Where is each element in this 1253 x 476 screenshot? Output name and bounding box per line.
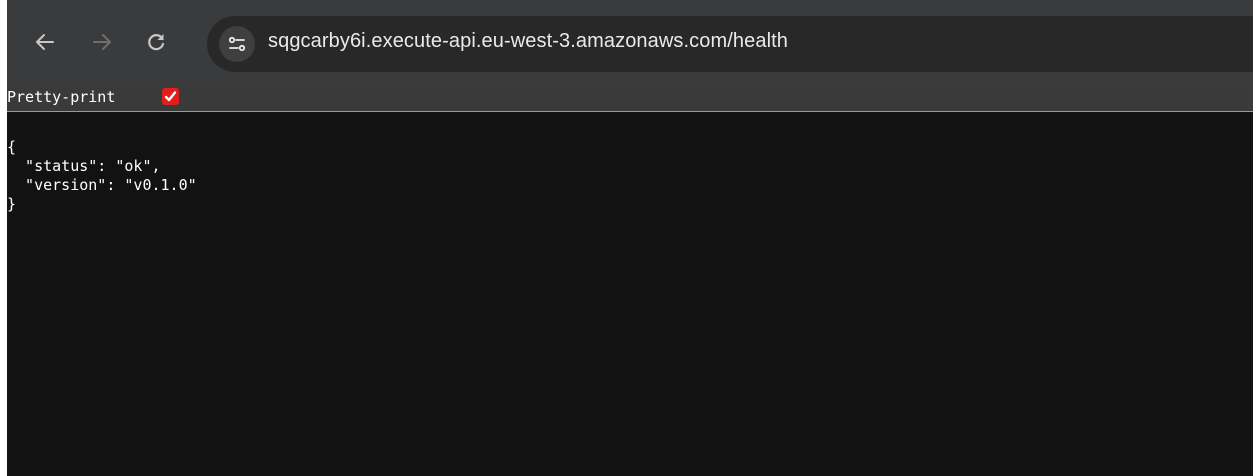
site-info-button[interactable]: [219, 26, 255, 62]
json-line: "version": "v0.1.0": [7, 176, 197, 194]
json-line: "status": "ok",: [7, 157, 161, 175]
json-content: { "status": "ok", "version": "v0.1.0"}: [7, 138, 197, 214]
arrow-right-icon: [93, 34, 111, 50]
forward-button[interactable]: [86, 26, 118, 58]
browser-window: sqgcarby6i.execute-api.eu-west-3.amazona…: [0, 0, 1253, 476]
pretty-print-checkbox[interactable]: [162, 88, 179, 105]
reload-icon: [148, 34, 165, 51]
address-bar[interactable]: sqgcarby6i.execute-api.eu-west-3.amazona…: [207, 16, 1253, 72]
tune-icon: [228, 36, 246, 52]
reload-button[interactable]: [140, 26, 172, 58]
checkmark-icon: [164, 91, 177, 102]
pretty-print-label: Pretty-print: [7, 88, 116, 106]
url-text[interactable]: sqgcarby6i.execute-api.eu-west-3.amazona…: [268, 30, 788, 53]
arrow-left-icon: [36, 34, 54, 50]
browser-toolbar: sqgcarby6i.execute-api.eu-west-3.amazona…: [7, 0, 1253, 82]
json-line: {: [7, 138, 17, 156]
back-button[interactable]: [29, 26, 61, 58]
pretty-print-bar: Pretty-print: [7, 82, 1253, 112]
json-line: }: [7, 195, 17, 213]
